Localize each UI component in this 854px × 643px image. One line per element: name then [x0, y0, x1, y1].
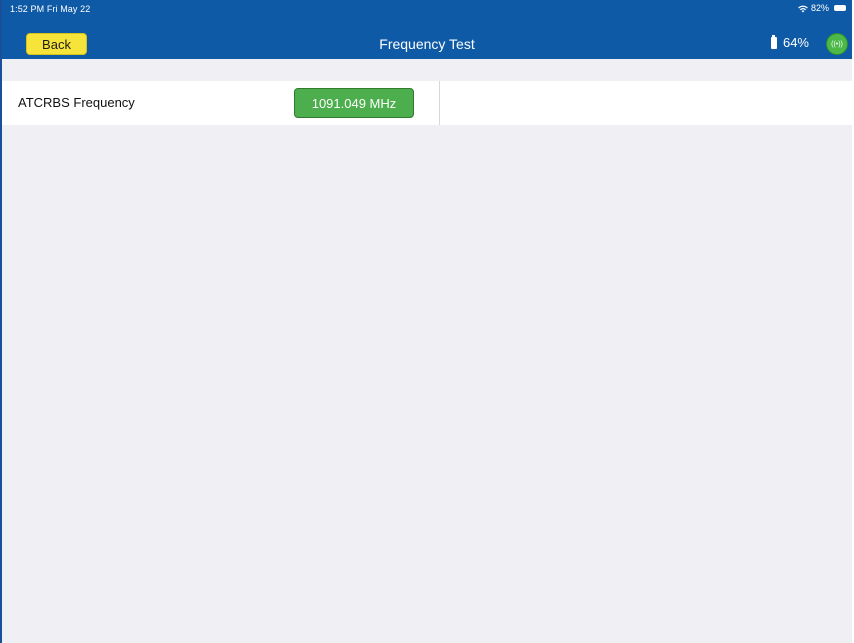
frequency-value-button[interactable]: 1091.049 MHz	[294, 88, 414, 118]
device-battery: 64%	[770, 34, 809, 50]
battery-icon	[770, 34, 777, 49]
system-battery-icon	[834, 5, 846, 11]
device-battery-percent: 64%	[782, 35, 809, 50]
system-battery-percent: 82%	[810, 3, 829, 13]
navigation-bar: 1:52 PM Fri May 22 82% Back Frequency Te…	[2, 0, 852, 59]
page-title: Frequency Test	[379, 36, 475, 52]
table-row: ATCRBS Frequency 1091.049 MHz	[2, 81, 852, 125]
app-window: 1:52 PM Fri May 22 82% Back Frequency Te…	[0, 0, 852, 643]
atcrbs-frequency-label: ATCRBS Frequency	[18, 95, 135, 110]
wifi-icon	[798, 5, 808, 12]
connection-status-icon[interactable]: ((•))	[826, 33, 848, 55]
column-divider	[439, 81, 440, 125]
status-indicators: 82%	[798, 3, 846, 13]
back-button[interactable]: Back	[26, 33, 87, 55]
status-time: 1:52 PM Fri May 22	[10, 4, 91, 14]
